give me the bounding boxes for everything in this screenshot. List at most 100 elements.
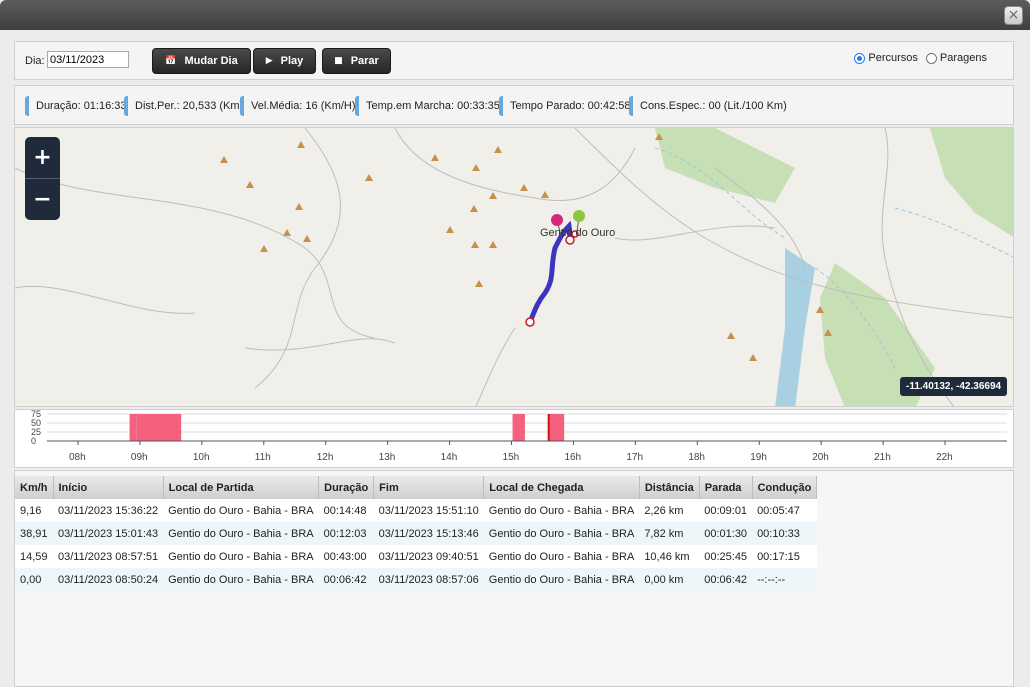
table-cell: 38,91 (15, 522, 53, 545)
radio-routes-label: Percursos (868, 52, 918, 64)
x-tick-label: 10h (193, 452, 210, 463)
stop-band (129, 414, 137, 441)
table-cell: Gentio do Ouro - Bahia - BRA (483, 545, 640, 568)
zoom-control: + − (25, 137, 60, 220)
table-cell: 00:06:42 (318, 568, 374, 591)
radio-routes[interactable] (854, 52, 866, 64)
play-button[interactable]: ▶ Play (253, 48, 316, 74)
speed-chart-svg: 755025008h 09h 10h 11h 12h 13h 14h 15h 16h 17h 18h… (31, 410, 1007, 463)
table-cell: 7,82 km (639, 522, 700, 545)
column-header[interactable]: Local de Chegada (483, 476, 640, 499)
table-row[interactable]: 0,00 03/11/2023 08:50:24 Gentio do Ouro - … (15, 568, 817, 591)
play-label: Play (280, 55, 304, 67)
column-header[interactable]: Duração (318, 476, 375, 499)
x-tick-label: 22h (936, 452, 953, 463)
table-cell: 03/11/2023 15:36:22 (53, 499, 164, 522)
map-coordinates: -11.40132, -42.36694 (900, 377, 1008, 396)
x-tick-label: 11h (255, 452, 271, 463)
radio-stops[interactable] (925, 52, 937, 64)
close-icon[interactable]: × (1004, 6, 1023, 25)
x-tick-label: 13h (379, 452, 396, 463)
table-cell: 03/11/2023 08:57:51 (53, 545, 164, 568)
x-tick-label: 17h (626, 452, 643, 463)
x-tick-label: 20h (812, 452, 829, 463)
column-header[interactable]: Km/h (15, 476, 54, 499)
map-canvas (15, 128, 1013, 406)
x-tick-label: 15h (503, 452, 520, 463)
table-cell: 00:01:30 (699, 522, 753, 545)
radio-stops-label: Paragens (939, 52, 987, 64)
calendar-icon: 📅 (165, 56, 177, 66)
stop-band (136, 414, 182, 441)
stop-band (512, 414, 525, 441)
column-header[interactable]: Início (53, 476, 164, 499)
stat-distance: Dist.Per.: 20,533 (Km) (124, 96, 243, 116)
table-cell: Gentio do Ouro - Bahia - BRA (163, 545, 319, 568)
column-header[interactable]: Parada (699, 476, 753, 499)
speed-chart[interactable]: 75 50 25 0 08h 09h 10h 11h 12h 13h 14h 15h 16h 17h 18h… (14, 409, 1014, 468)
x-tick-label: 16h (564, 452, 581, 463)
column-header[interactable]: Local de Partida (163, 476, 320, 499)
table-cell: 03/11/2023 15:01:43 (53, 522, 164, 545)
zoom-out-button[interactable]: − (25, 179, 60, 220)
stat-moving-time: Temp.em Marcha: 00:33:35 (355, 96, 500, 116)
x-tick-label: 09h (131, 452, 148, 463)
x-tick-label: 12h (317, 452, 334, 463)
table-cell: 0,00 km (639, 568, 700, 591)
change-day-label: Mudar Dia (184, 55, 238, 67)
table-cell: 03/11/2023 08:50:24 (53, 568, 164, 591)
table-cell: 00:05:47 (752, 499, 817, 522)
table-cell: Gentio do Ouro - Bahia - BRA (483, 522, 640, 545)
day-label: Dia: (25, 55, 45, 67)
window-titlebar: × (0, 0, 1030, 30)
x-tick-label: 18h (688, 452, 705, 463)
table-cell: Gentio do Ouro - Bahia - BRA (483, 568, 640, 591)
column-header[interactable]: Fim (373, 476, 485, 499)
stats-bar: Duração: 01:16:33 Dist.Per.: 20,533 (Km)… (14, 85, 1014, 125)
table-header-row: Km/h Início Local de Partida Duração Fim Loca… (15, 476, 818, 499)
map-place-label: Gentio do Ouro (540, 227, 616, 239)
table-cell: 03/11/2023 15:51:10 (373, 499, 484, 522)
table-cell: 03/11/2023 08:57:06 (373, 568, 484, 591)
table-cell: 00:09:01 (699, 499, 753, 522)
table-cell: 00:43:00 (318, 545, 374, 568)
table-cell: 00:25:45 (699, 545, 753, 568)
table-row[interactable]: 14,59 03/11/2023 08:57:51 Gentio do Ouro -… (15, 545, 817, 568)
table-cell: Gentio do Ouro - Bahia - BRA (163, 568, 319, 591)
map-view[interactable]: Gentio do Ouro + − -11.40132, -42.36694 (14, 127, 1014, 407)
table-cell: 00:06:42 (699, 568, 753, 591)
table-cell: 00:12:03 (318, 522, 374, 545)
table-cell: 10,46 km (639, 545, 700, 568)
table-row[interactable]: 38,91 03/11/2023 15:01:43 Gentio do Ouro -… (15, 522, 817, 545)
table-cell: --:--:-- (752, 568, 817, 591)
column-header[interactable]: Condução (752, 476, 818, 499)
stop-label: Parar (350, 55, 379, 67)
trips-table: Km/h Início Local de Partida Duração Fim Loca… (15, 476, 818, 591)
table-cell: 14,59 (15, 545, 53, 568)
x-tick-label: 19h (750, 452, 767, 463)
table-cell: 9,16 (15, 499, 53, 522)
table-cell: Gentio do Ouro - Bahia - BRA (483, 499, 640, 522)
stat-duration: Duração: 01:16:33 (25, 96, 127, 116)
day-input[interactable] (47, 51, 129, 68)
stop-icon: ■ (334, 56, 343, 66)
trips-table-panel: Km/h Início Local de Partida Duração Fim Loca… (14, 470, 1014, 687)
toolbar: Dia: 📅 Mudar Dia ▶ Play ■ Parar Percurso… (14, 41, 1014, 80)
x-tick-label: 21h (874, 452, 891, 463)
table-cell: Gentio do Ouro - Bahia - BRA (163, 499, 319, 522)
table-cell: 03/11/2023 15:13:46 (373, 522, 484, 545)
stat-consumption: Cons.Espec.: 00 (Lit./100 Km) (629, 96, 787, 116)
table-cell: 0,00 (15, 568, 53, 591)
change-day-button[interactable]: 📅 Mudar Dia (152, 48, 251, 74)
table-row[interactable]: 9,16 03/11/2023 15:36:22 Gentio do Ouro - … (15, 499, 817, 522)
stop-band (548, 414, 565, 441)
column-header[interactable]: Distância (639, 476, 700, 499)
table-cell: 03/11/2023 09:40:51 (373, 545, 484, 568)
zoom-in-button[interactable]: + (25, 137, 60, 178)
table-cell: 00:14:48 (318, 499, 374, 522)
play-icon: ▶ (265, 56, 273, 66)
view-mode-radios: Percursos Paragens (854, 52, 987, 64)
table-cell: 00:17:15 (752, 545, 817, 568)
stop-button[interactable]: ■ Parar (322, 48, 391, 74)
table-cell: 00:10:33 (752, 522, 817, 545)
